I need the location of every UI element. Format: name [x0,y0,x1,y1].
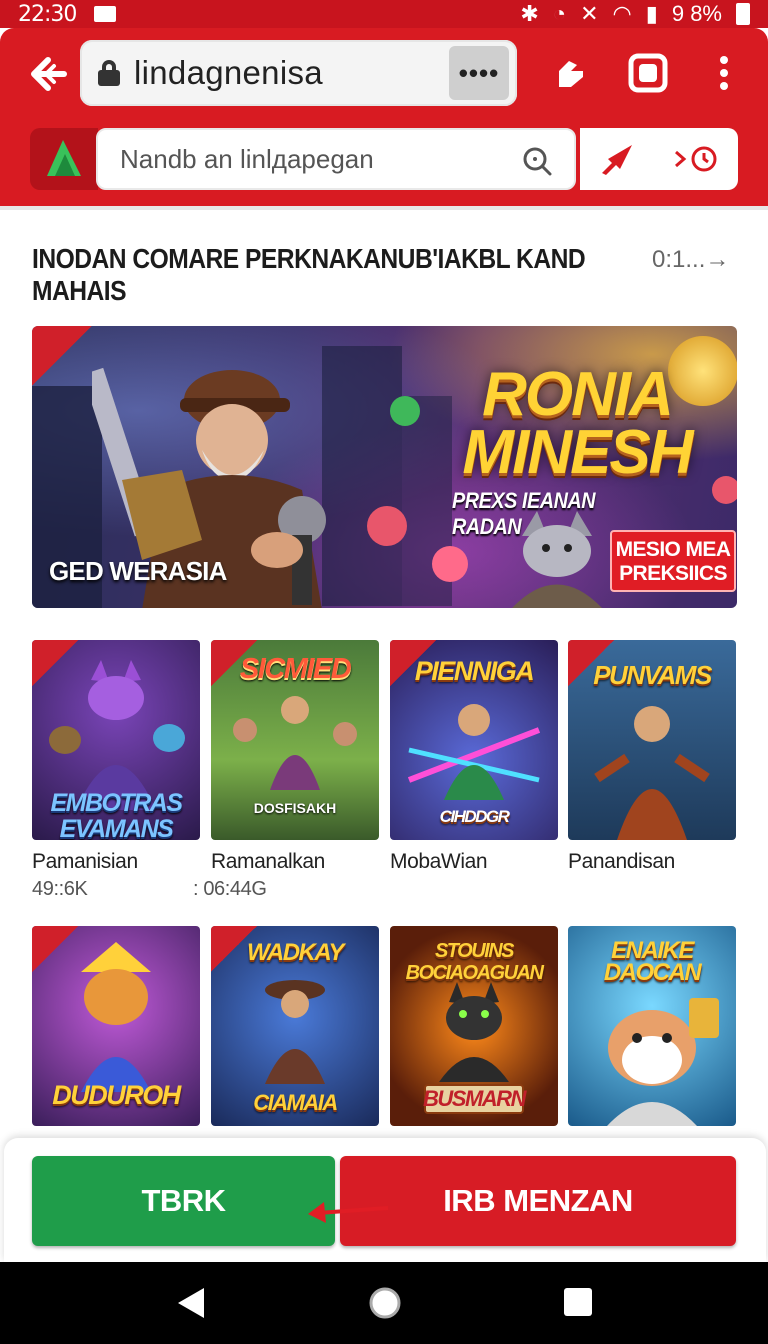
url-text[interactable]: lindagnenisa [134,54,323,92]
character-art [49,660,185,810]
game-card[interactable]: PIENNIGA CIHDDGR [390,640,558,840]
search-placeholder: Nandb an linlдapegan [120,143,374,174]
notification-icon [94,6,117,22]
game-art-title: WADKAY [247,939,344,966]
character-art [607,998,719,1126]
address-bar[interactable]: lindagnenisa •••• [80,40,517,106]
nav-back-icon[interactable] [176,1286,206,1320]
game-name[interactable]: Panandisan [568,850,675,874]
status-bar: 22:30 ✱ ◔ ✕ ◠ ▮ 9 8% [0,0,768,28]
game-card[interactable]: DUDUROH [32,926,200,1126]
pointer-arrow-icon [308,1202,389,1223]
alarm-icon: ◔ [552,1,567,26]
game-art-title: PUNVAMS [593,660,712,690]
game-art-title: PIENNIGA [414,656,535,686]
game-art-title: DUDUROH [52,1080,181,1110]
search-field[interactable]: Nandb an linlдapegan [96,128,576,190]
url-options-button[interactable]: •••• [449,46,509,100]
secondary-action-button[interactable]: IRB MENZAN [340,1156,736,1246]
primary-action-button[interactable]: TBRK [32,1156,335,1246]
game-art-title: EMBOTRAS EVAMANS [50,789,183,840]
site-logo-icon[interactable] [30,128,98,190]
nav-home-icon[interactable] [368,1286,402,1320]
menu-dots-icon[interactable] [702,50,746,96]
game-name[interactable]: MobaWian [390,850,488,874]
bluetooth-icon: ✱ [520,1,539,26]
back-arrow-icon[interactable] [26,52,70,96]
lock-icon [98,60,120,86]
game-card[interactable]: PUNVAMS [568,640,736,840]
banner-title-line2: MINESH [462,418,693,487]
banner-title-line1: RONIA [482,360,674,429]
character-art [439,982,509,1082]
game-art-title: ENAIKE DAOCAN [603,937,702,986]
hot-ribbon [32,326,92,386]
game-name[interactable]: Ramanalkan [211,850,325,874]
status-icons: ✱ ◔ ✕ ◠ ▮ 9 8% [520,1,750,27]
game-art-title: SICMIED [239,653,352,685]
character-art [81,942,151,1092]
featured-banner[interactable]: RONIA MINESH PREXS IEANAN RADAN MESIO ME… [32,326,737,608]
wifi-icon: ◠ [612,1,632,26]
wolf-character-art [512,511,602,608]
toolbar-actions [580,128,738,190]
see-more-link[interactable]: 0:1...→ [652,246,729,274]
character-art [265,980,325,1084]
battery-icon [736,3,750,25]
art-subtitle: CIHDDGR [439,807,510,826]
art-subtitle: DOSFISAKH [253,800,337,816]
tabs-icon[interactable] [626,50,670,96]
game-card[interactable]: SICMIED DOSFISAKH [211,640,379,840]
banner-title: RONIA MINESH [432,360,722,487]
badge-line2: PREKSIICS [619,562,727,585]
game-card[interactable]: EMBOTRAS EVAMANS [32,640,200,840]
character-art [407,704,541,800]
toolbar-divider [0,206,768,210]
game-card[interactable]: STOUINS BOCIAOAGUAN BUSMARN [390,926,558,1126]
timer-icon[interactable] [674,144,720,174]
status-time: 22:30 [18,1,77,27]
game-stat: 49::6K [32,878,88,900]
rocket-icon[interactable] [598,141,638,177]
mute-icon: ✕ [580,1,599,26]
battery-percent: 9 8% [671,1,722,26]
badge-line1: MESIO MEA [615,538,731,561]
character-art [594,706,710,840]
gem-shape [432,546,468,582]
art-subtitle: CIAMAIA [253,1090,338,1115]
game-stat: : 06:44G [193,878,267,900]
gem-shape [390,396,420,426]
game-name[interactable]: Pamanisian [32,850,138,874]
gem-shape [367,506,407,546]
character-art [233,696,357,790]
search-icon[interactable] [522,146,552,176]
game-art-title: STOUINS BOCIAOAGUAN [405,940,544,984]
signal-icon: ▮ [645,1,658,26]
share-icon[interactable] [548,50,592,96]
section-title: INODAN COMARE PERKNAKANUB'IAKBL KAND MAH… [32,243,586,306]
nav-recents-icon[interactable] [564,1288,592,1316]
game-card[interactable]: ENAIKE DAOCAN [568,926,736,1126]
banner-caption: GED WERASIA [49,556,227,586]
art-subtitle: BUSMARN [423,1086,526,1111]
banner-badge[interactable]: MESIO MEA PREKSIICS [610,530,736,592]
game-card[interactable]: WADKAY CIAMAIA [211,926,379,1126]
